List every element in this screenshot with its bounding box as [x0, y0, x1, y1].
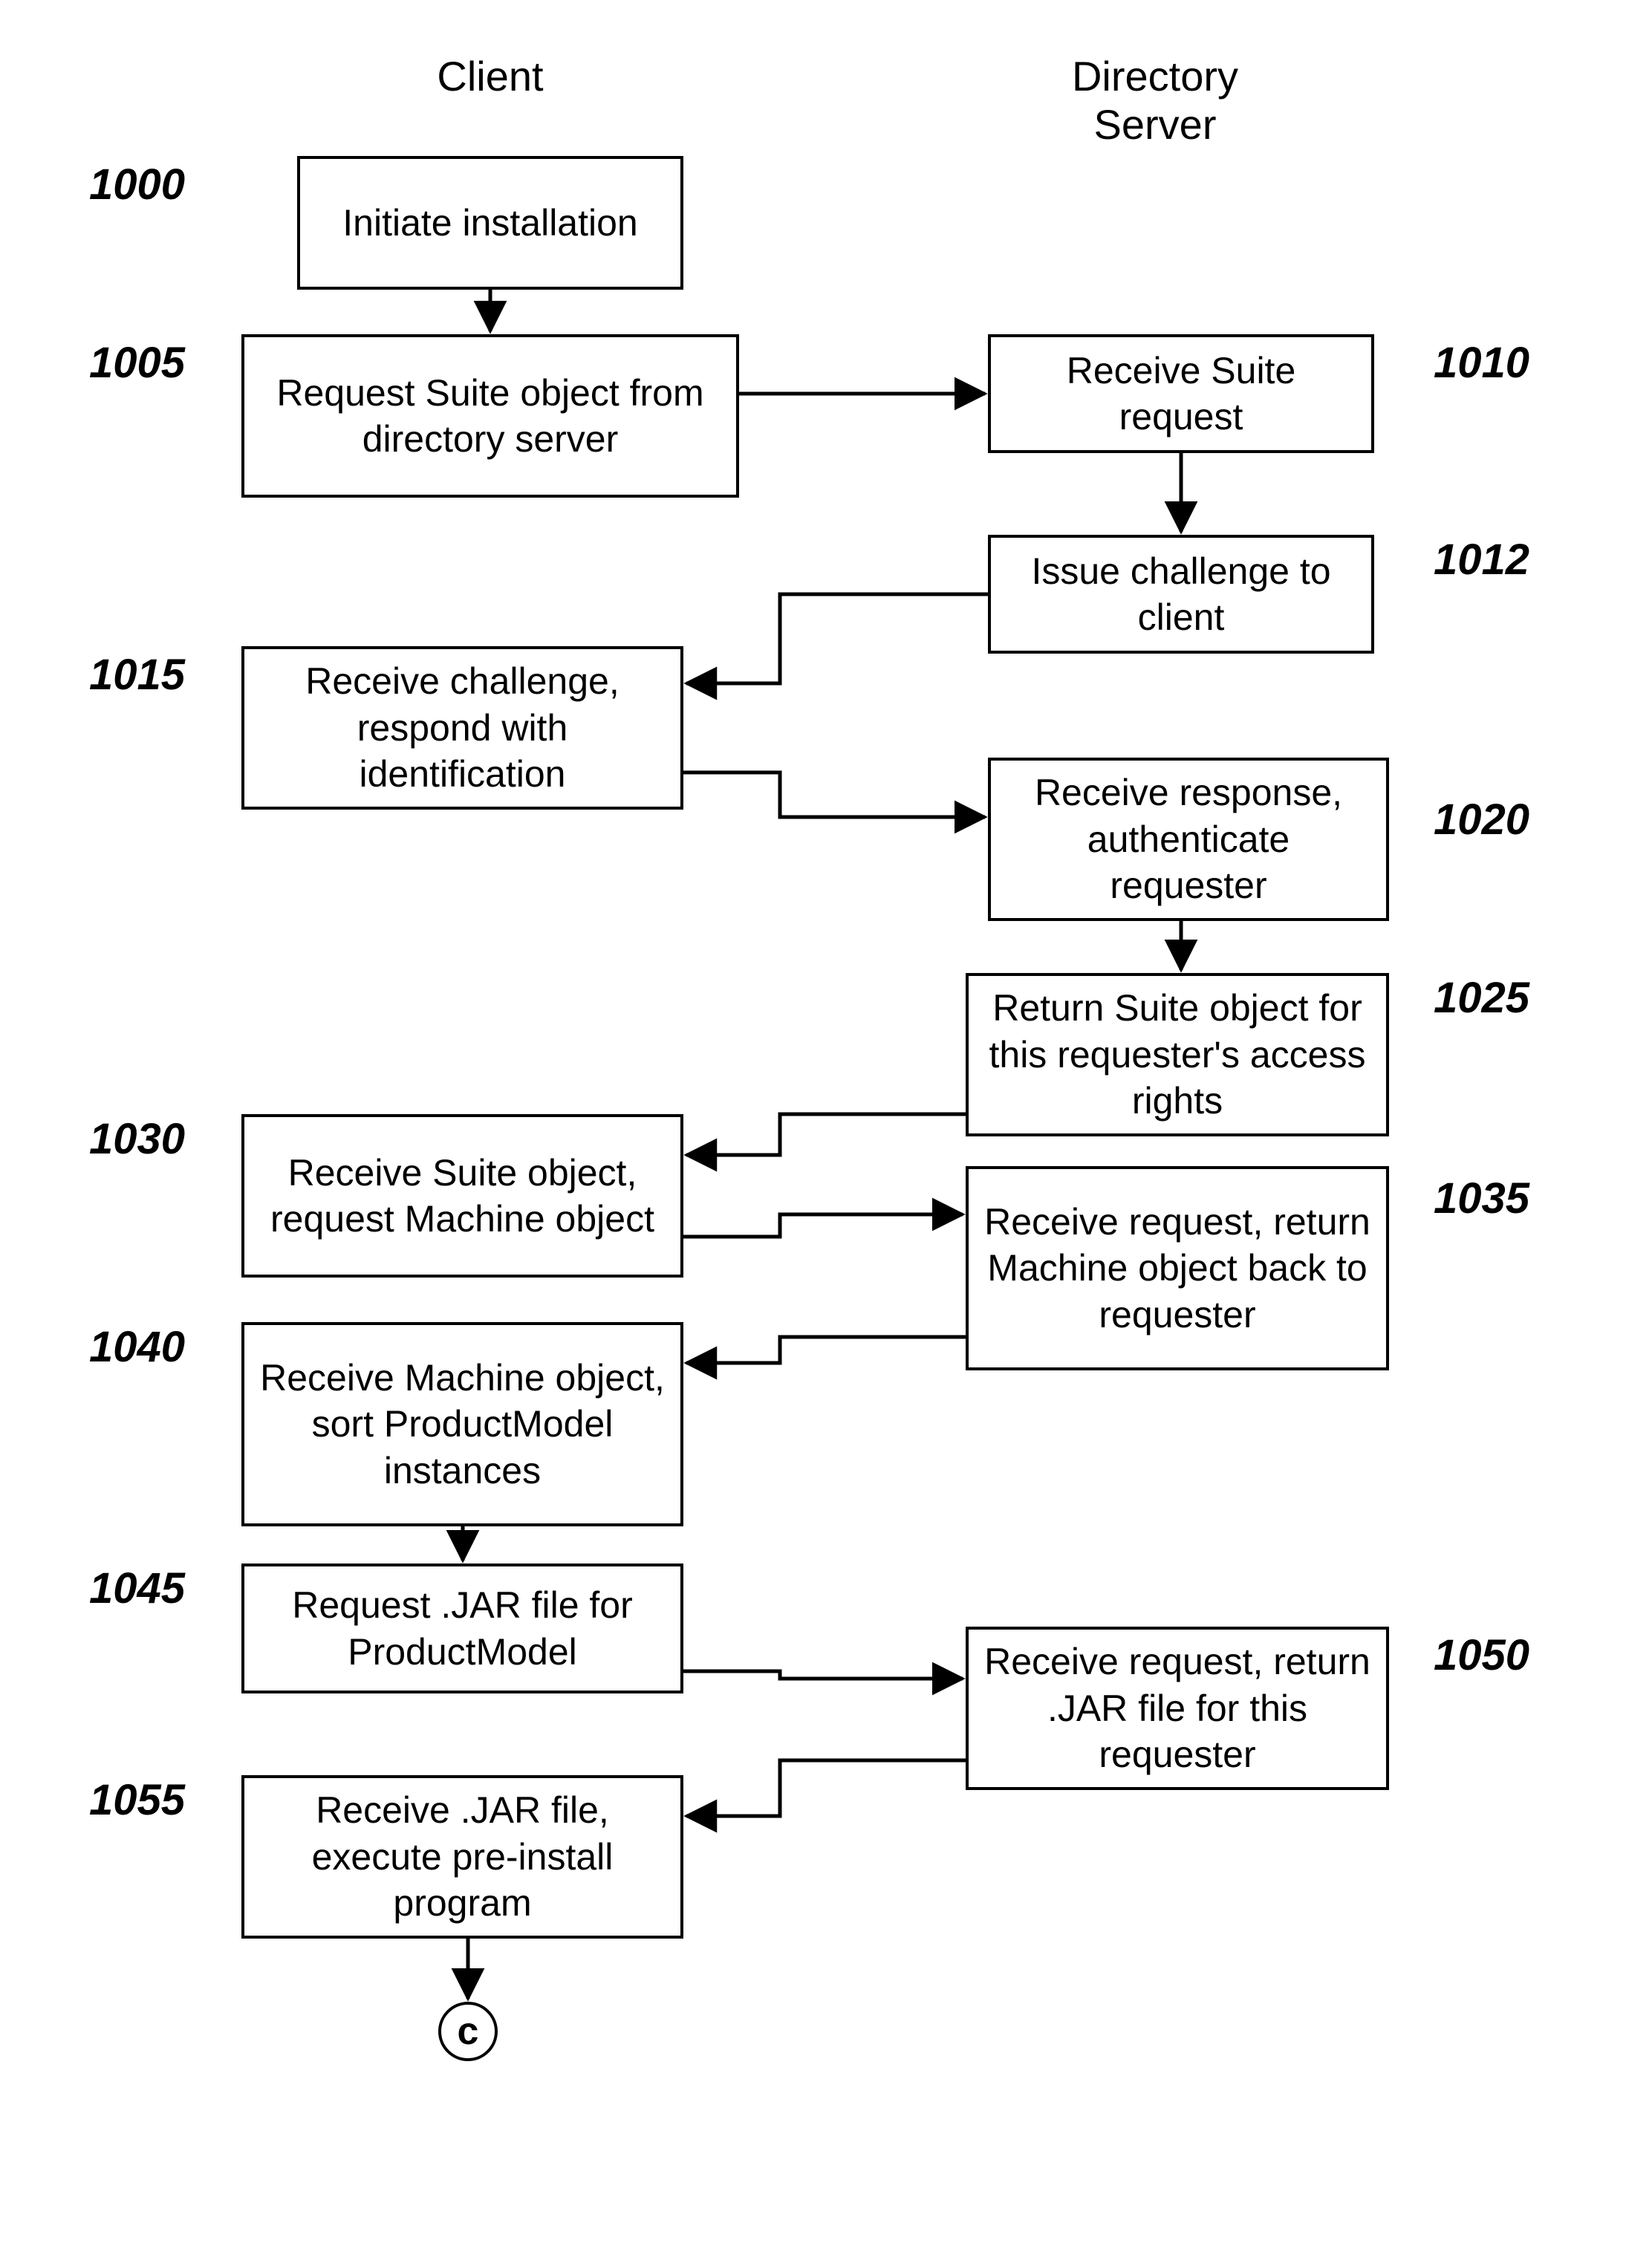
box-1015: Receive challenge, respond with identifi… — [241, 646, 683, 810]
label-1005: 1005 — [89, 338, 185, 388]
label-1035: 1035 — [1434, 1174, 1529, 1223]
label-1045: 1045 — [89, 1563, 185, 1613]
box-1045: Request .JAR file for ProductModel — [241, 1563, 683, 1693]
connector-c-label: c — [458, 2010, 479, 2053]
box-1030: Receive Suite object, request Machine ob… — [241, 1114, 683, 1278]
label-1025: 1025 — [1434, 973, 1529, 1023]
label-1010: 1010 — [1434, 338, 1529, 388]
box-1040: Receive Machine object, sort ProductMode… — [241, 1322, 683, 1526]
box-1035: Receive request, return Machine object b… — [966, 1166, 1389, 1370]
label-1020: 1020 — [1434, 795, 1529, 845]
box-1000: Initiate installation — [297, 156, 683, 290]
box-1020: Receive response, authenticate requester — [988, 758, 1389, 921]
label-1050: 1050 — [1434, 1630, 1529, 1680]
label-1030: 1030 — [89, 1114, 185, 1164]
header-client: Client — [379, 52, 602, 100]
label-1012: 1012 — [1434, 535, 1529, 585]
box-1005: Request Suite object from directory serv… — [241, 334, 739, 498]
label-1015: 1015 — [89, 650, 185, 700]
box-1010: Receive Suite request — [988, 334, 1374, 453]
label-1040: 1040 — [89, 1322, 185, 1372]
label-1055: 1055 — [89, 1775, 185, 1825]
box-1055: Receive .JAR file, execute pre-install p… — [241, 1775, 683, 1939]
box-1012: Issue challenge to client — [988, 535, 1374, 654]
header-server: Directory Server — [1025, 52, 1285, 149]
connector-c: c — [438, 2002, 498, 2061]
box-1025: Return Suite object for this requester's… — [966, 973, 1389, 1136]
label-1000: 1000 — [89, 160, 185, 209]
box-1050: Receive request, return .JAR file for th… — [966, 1627, 1389, 1790]
